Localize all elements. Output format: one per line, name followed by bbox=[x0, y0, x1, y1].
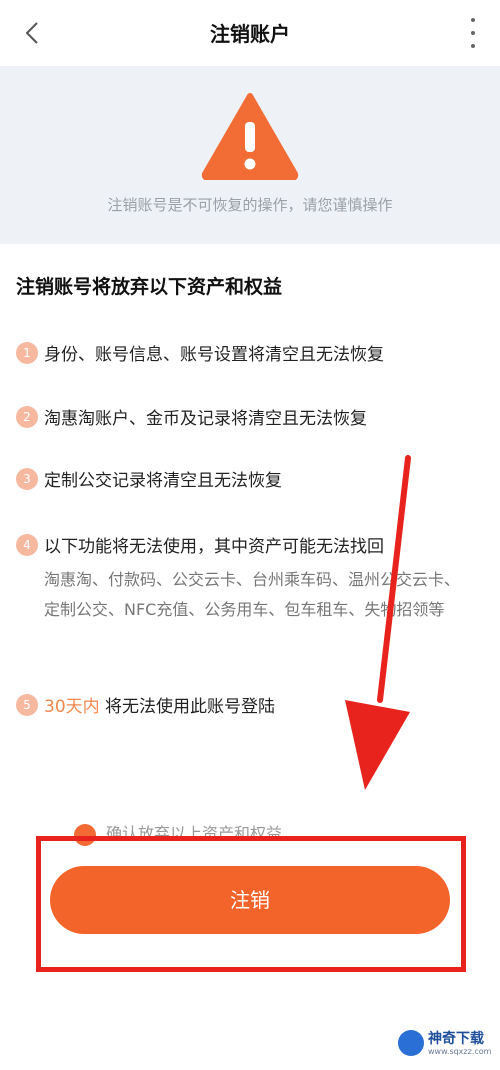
list-item: 2 淘惠淘账户、金币及记录将清空且无法恢复 bbox=[16, 404, 486, 429]
warning-icon bbox=[201, 93, 299, 180]
item-text: 淘惠淘账户、金币及记录将清空且无法恢复 bbox=[44, 409, 367, 429]
confirm-label: 确认放弃以上资产和权益 bbox=[106, 824, 283, 843]
item-text: 将无法使用此账号登陆 bbox=[105, 697, 276, 717]
warning-panel: 注销账号是不可恢复的操作，请您谨慎操作 bbox=[0, 66, 500, 244]
watermark-url: www.sqxzz.com bbox=[428, 1047, 492, 1056]
item-number: 2 bbox=[16, 405, 38, 428]
item-highlight: 30天内 bbox=[44, 697, 100, 717]
list-item: 4 以下功能将无法使用，其中资产可能无法找回 bbox=[16, 532, 486, 557]
item-number: 1 bbox=[16, 341, 38, 364]
confirm-checkbox-row[interactable]: 确认放弃以上资产和权益 bbox=[74, 820, 282, 850]
item-text: 定制公交记录将清空且无法恢复 bbox=[44, 471, 282, 491]
list-item: 5 30天内 将无法使用此账号登陆 bbox=[16, 692, 486, 717]
item-text: 以下功能将无法使用，其中资产可能无法找回 bbox=[44, 537, 384, 557]
page-title: 注销账户 bbox=[210, 22, 290, 46]
logo-icon bbox=[398, 1030, 424, 1056]
top-bar: 注销账户 bbox=[0, 0, 500, 66]
item-number: 3 bbox=[16, 467, 38, 490]
more-options-button[interactable] bbox=[468, 18, 478, 48]
list-item: 3 定制公交记录将清空且无法恢复 bbox=[16, 466, 486, 491]
item-subtext: 淘惠淘、付款码、公交云卡、台州乘车码、温州公交云卡、定制公交、NFC充值、公务用… bbox=[44, 570, 461, 619]
cancel-account-button[interactable]: 注销 bbox=[50, 866, 450, 934]
watermark-title: 神奇下载 bbox=[428, 1031, 484, 1047]
dot bbox=[471, 31, 475, 35]
dot bbox=[471, 44, 475, 48]
section-title: 注销账号将放弃以下资产和权益 bbox=[16, 276, 283, 298]
dot bbox=[471, 18, 475, 22]
item-number: 4 bbox=[16, 533, 38, 556]
item-number: 5 bbox=[16, 693, 38, 716]
item-text: 身份、账号信息、账号设置将清空且无法恢复 bbox=[44, 345, 384, 365]
checkbox-icon[interactable] bbox=[74, 823, 96, 846]
warning-text: 注销账号是不可恢复的操作，请您谨慎操作 bbox=[107, 196, 393, 214]
list-item: 1 身份、账号信息、账号设置将清空且无法恢复 bbox=[16, 340, 486, 365]
watermark: 神奇下载 www.sqxzz.com bbox=[398, 1028, 498, 1064]
